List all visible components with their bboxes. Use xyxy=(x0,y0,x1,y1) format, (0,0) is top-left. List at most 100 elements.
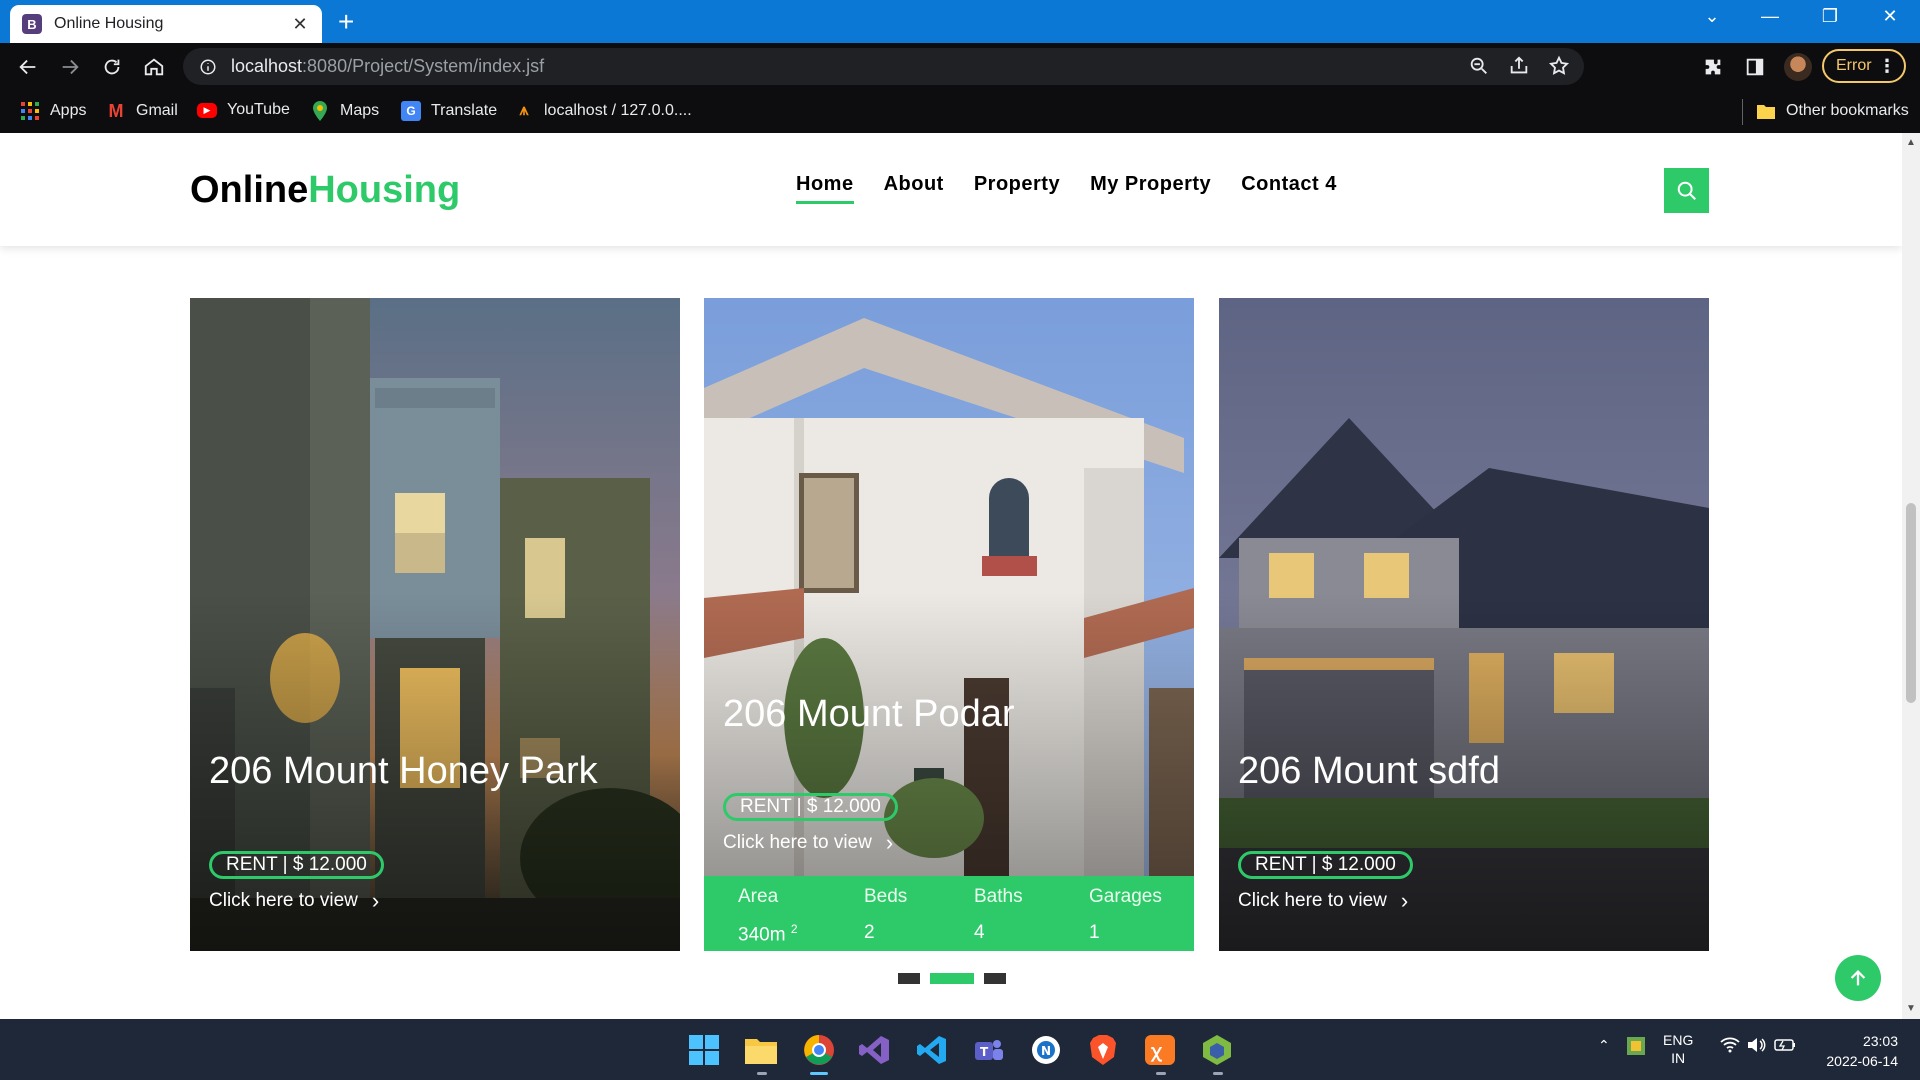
minimize-icon[interactable]: — xyxy=(1755,6,1785,27)
language-indicator[interactable]: ENG IN xyxy=(1663,1031,1693,1067)
carousel-dot[interactable] xyxy=(984,973,1006,984)
volume-icon[interactable] xyxy=(1747,1037,1767,1056)
apps-grid-icon xyxy=(20,101,40,121)
browser-toolbar: localhost:8080/Project/System/index.jsf … xyxy=(0,43,1920,91)
nav-home[interactable]: Home xyxy=(796,173,854,204)
bookmark-localhost[interactable]: ⩚ localhost / 127.0.0.... xyxy=(514,101,691,121)
scroll-up-icon[interactable]: ▲ xyxy=(1906,137,1916,148)
address-bar[interactable]: localhost:8080/Project/System/index.jsf xyxy=(183,48,1584,85)
taskbar-indicator-active xyxy=(810,1072,828,1075)
scrollbar-thumb[interactable] xyxy=(1906,503,1916,703)
chevron-right-icon: › xyxy=(371,888,380,913)
start-icon[interactable] xyxy=(686,1032,722,1068)
extensions-icon[interactable] xyxy=(1699,53,1727,81)
price-badge: RENT | $ 12.000 xyxy=(209,851,384,879)
bookmark-star-icon[interactable] xyxy=(1548,55,1570,77)
profile-avatar[interactable] xyxy=(1784,53,1812,81)
wifi-icon[interactable] xyxy=(1720,1037,1740,1056)
nav-my-property[interactable]: My Property xyxy=(1090,173,1211,204)
scroll-down-icon[interactable]: ▼ xyxy=(1906,1003,1916,1014)
arrow-up-icon xyxy=(1850,969,1866,986)
error-button[interactable]: Error ⋮ xyxy=(1822,49,1906,83)
carousel-dot-active[interactable] xyxy=(930,973,974,984)
bookmark-apps[interactable]: Apps xyxy=(20,101,86,121)
property-card[interactable]: 206 Mount sdfd RENT | $ 12.000 Click her… xyxy=(1219,298,1709,951)
forward-icon[interactable] xyxy=(56,53,84,81)
app-cube-icon[interactable] xyxy=(1199,1032,1235,1068)
bootstrap-favicon-icon: B xyxy=(22,14,42,34)
view-property-link[interactable]: Click here to view › xyxy=(209,888,379,914)
share-icon[interactable] xyxy=(1508,55,1530,77)
stat-area: Area 340m 2 xyxy=(738,886,798,946)
clock[interactable]: 23:03 2022-06-14 xyxy=(1818,1031,1898,1071)
restore-icon[interactable]: ❐ xyxy=(1815,6,1845,27)
site-header: OnlineHousing Home About Property My Pro… xyxy=(0,133,1902,246)
error-label: Error xyxy=(1836,57,1872,74)
property-title: 206 Mount Honey Park xyxy=(209,750,598,792)
folder-icon xyxy=(1756,101,1776,121)
xampp-icon[interactable]: ꭓ xyxy=(1142,1032,1178,1068)
nav-contact[interactable]: Contact 4 xyxy=(1241,173,1337,204)
visual-studio-icon[interactable] xyxy=(857,1032,893,1068)
nav-about[interactable]: About xyxy=(884,173,944,204)
view-property-link[interactable]: Click here to view › xyxy=(1238,888,1408,914)
property-title: 206 Mount Podar xyxy=(723,693,1015,735)
close-window-icon[interactable]: ✕ xyxy=(1875,6,1905,27)
view-property-link[interactable]: Click here to view › xyxy=(723,830,893,856)
property-title: 206 Mount sdfd xyxy=(1238,750,1500,792)
bookmark-translate[interactable]: G Translate xyxy=(401,101,497,121)
web-page: OnlineHousing Home About Property My Pro… xyxy=(0,133,1902,1019)
teams-icon[interactable]: T xyxy=(971,1032,1007,1068)
phpmyadmin-icon: ⩚ xyxy=(519,102,529,119)
file-explorer-icon[interactable] xyxy=(743,1032,779,1068)
price-badge: RENT | $ 12.000 xyxy=(1238,851,1413,879)
side-panel-icon[interactable] xyxy=(1741,53,1769,81)
tray-overflow-icon[interactable]: ⌃ xyxy=(1598,1037,1610,1054)
bookmark-youtube[interactable]: ▶ YouTube xyxy=(197,101,290,119)
menu-dots-icon[interactable]: ⋮ xyxy=(1878,56,1896,77)
svg-text:N: N xyxy=(1041,1044,1051,1058)
carousel-dot[interactable] xyxy=(898,973,920,984)
property-stats: Area 340m 2 Beds 2 Baths 4 Garages 1 xyxy=(704,876,1194,951)
carousel-dots xyxy=(898,973,1006,984)
back-icon[interactable] xyxy=(14,53,42,81)
nav-property[interactable]: Property xyxy=(974,173,1060,204)
app-circle-icon[interactable]: N xyxy=(1028,1032,1064,1068)
maps-pin-icon xyxy=(310,101,330,121)
back-to-top-button[interactable] xyxy=(1835,955,1881,1001)
chevron-right-icon: › xyxy=(1400,888,1409,913)
chevron-right-icon: › xyxy=(885,830,894,855)
stat-baths: Baths 4 xyxy=(974,886,1023,943)
bookmark-other[interactable]: Other bookmarks xyxy=(1756,101,1909,121)
taskbar-indicator xyxy=(1213,1072,1223,1075)
chrome-icon[interactable] xyxy=(801,1032,837,1068)
bookmarks-divider xyxy=(1742,99,1743,125)
close-tab-icon[interactable]: ✕ xyxy=(290,14,310,35)
youtube-icon: ▶ xyxy=(197,102,217,118)
tab-title: Online Housing xyxy=(54,15,164,32)
bookmark-maps[interactable]: Maps xyxy=(310,101,379,121)
property-card[interactable]: 206 Mount Honey Park RENT | $ 12.000 Cli… xyxy=(190,298,680,951)
vscode-icon[interactable] xyxy=(914,1032,950,1068)
zoom-icon[interactable] xyxy=(1468,55,1490,77)
brave-icon[interactable] xyxy=(1085,1032,1121,1068)
tray-app-icon[interactable] xyxy=(1627,1037,1645,1058)
search-button[interactable] xyxy=(1664,168,1709,213)
main-nav: Home About Property My Property Contact … xyxy=(796,173,1337,204)
home-icon[interactable] xyxy=(140,53,168,81)
browser-tab[interactable]: B Online Housing ✕ xyxy=(10,5,322,43)
bookmark-gmail[interactable]: M Gmail xyxy=(106,101,178,121)
url-text: localhost:8080/Project/System/index.jsf xyxy=(231,56,545,76)
new-tab-icon[interactable]: + xyxy=(338,8,354,36)
gmail-icon: M xyxy=(108,100,124,121)
page-scrollbar[interactable]: ▲ ▼ xyxy=(1902,133,1920,1019)
taskbar-indicator xyxy=(757,1072,767,1075)
site-info-icon[interactable] xyxy=(199,58,217,76)
reload-icon[interactable] xyxy=(98,53,126,81)
svg-text:T: T xyxy=(980,1045,989,1059)
battery-icon[interactable] xyxy=(1774,1037,1796,1056)
tab-search-chevron-icon[interactable]: ⌄ xyxy=(1697,6,1727,27)
stat-garages: Garages 1 xyxy=(1089,886,1162,943)
property-card[interactable]: 206 Mount Podar RENT | $ 12.000 Click he… xyxy=(704,298,1194,951)
site-logo[interactable]: OnlineHousing xyxy=(190,169,460,212)
